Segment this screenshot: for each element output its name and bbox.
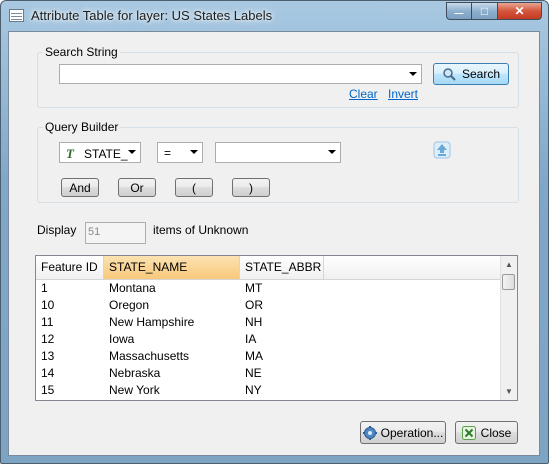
chevron-down-icon (190, 150, 198, 154)
and-button-label: And (69, 180, 91, 195)
minimize-icon: — (454, 8, 464, 18)
cell-state-abbr: IA (245, 332, 257, 346)
cell-state-name: Massachusetts (109, 349, 190, 363)
display-label: Display (37, 223, 77, 237)
column-header-state-abbr[interactable]: STATE_ABBR (240, 256, 324, 279)
cell-feature-id: 12 (41, 332, 55, 346)
search-button[interactable]: Search (433, 63, 509, 85)
chevron-down-icon (409, 72, 417, 76)
field-type-icon: T (66, 146, 75, 160)
cell-state-name: Oregon (109, 298, 150, 312)
invert-link[interactable]: Invert (388, 87, 418, 101)
maximize-button[interactable]: □ (472, 2, 498, 20)
scroll-down-icon[interactable]: ▼ (501, 383, 517, 400)
cell-feature-id: 10 (41, 298, 55, 312)
column-header-feature-id[interactable]: Feature ID (36, 256, 104, 279)
table-icon (9, 9, 24, 22)
open-paren-button[interactable]: ( (175, 178, 213, 197)
value-combo[interactable] (215, 142, 341, 163)
scroll-thumb[interactable] (502, 274, 515, 290)
cell-feature-id: 15 (41, 383, 55, 397)
query-group-label: Query Builder (43, 120, 121, 134)
close-paren-label: ) (249, 180, 253, 195)
operation-button-label: Operation... (380, 425, 444, 440)
table-row[interactable]: 14 Nebraska NE (36, 365, 502, 382)
cell-state-name: Iowa (109, 332, 135, 346)
cell-state-abbr: NE (245, 366, 262, 380)
close-paren-button[interactable]: ) (232, 178, 270, 197)
cell-state-abbr: NH (245, 315, 263, 329)
table-row[interactable]: 15 New York NY (36, 382, 502, 399)
or-button[interactable]: Or (118, 178, 156, 197)
svg-text:T: T (66, 146, 75, 160)
grid-header: Feature ID STATE_NAME STATE_ABBR (36, 256, 502, 280)
query-builder-group: Query Builder (37, 120, 519, 203)
cell-feature-id: 14 (41, 366, 55, 380)
clear-link[interactable]: Clear (349, 87, 378, 101)
operator-combo[interactable]: = (157, 142, 203, 163)
table-row[interactable]: 12 Iowa IA (36, 331, 502, 348)
chevron-down-icon (328, 150, 336, 154)
magnifier-icon (443, 68, 456, 81)
table-row[interactable]: 10 Oregon OR (36, 297, 502, 314)
search-string-combo[interactable] (59, 64, 422, 84)
minimize-button[interactable]: — (446, 2, 472, 20)
close-button[interactable]: Close (455, 421, 518, 444)
cell-feature-id: 1 (41, 281, 48, 295)
field-combo-value: STATE_ (84, 147, 128, 161)
title-bar[interactable]: Attribute Table for layer: US States Lab… (1, 1, 548, 31)
cell-feature-id: 13 (41, 349, 55, 363)
and-button[interactable]: And (61, 178, 99, 197)
close-x-icon (461, 425, 476, 440)
apply-query-button[interactable] (433, 141, 451, 159)
table-row[interactable]: 13 Massachusetts MA (36, 348, 502, 365)
cell-state-name: New Hampshire (109, 315, 195, 329)
open-paren-label: ( (192, 180, 196, 195)
close-button-label: Close (480, 425, 512, 440)
chevron-down-icon (128, 150, 136, 154)
or-button-label: Or (130, 180, 144, 195)
cell-feature-id: 11 (41, 315, 54, 329)
table-row[interactable]: 11 New Hampshire NH (36, 314, 502, 331)
attribute-table-window: Attribute Table for layer: US States Lab… (0, 0, 549, 464)
cell-state-abbr: NY (245, 383, 262, 397)
vertical-scrollbar[interactable]: ▲ ▼ (500, 256, 517, 400)
gear-icon (362, 425, 377, 440)
table-row[interactable]: 1 Montana MT (36, 280, 502, 297)
operator-combo-value: = (164, 146, 172, 160)
field-combo[interactable]: T STATE_ (59, 142, 141, 163)
upload-arrow-icon (433, 141, 451, 159)
dialog-client-area: Search String Search Clear Invert Query … (8, 31, 540, 456)
search-button-label: Search (461, 67, 501, 81)
display-suffix: items of Unknown (153, 223, 249, 237)
search-group-label: Search String (43, 45, 120, 59)
operation-button[interactable]: Operation... (360, 421, 446, 444)
cell-state-abbr: MT (245, 281, 263, 295)
attribute-table-grid[interactable]: Feature ID STATE_NAME STATE_ABBR 1 Montan… (35, 255, 518, 401)
cell-state-abbr: MA (245, 349, 263, 363)
cell-state-name: Nebraska (109, 366, 161, 380)
scroll-up-icon[interactable]: ▲ (501, 256, 517, 273)
maximize-icon: □ (480, 4, 489, 18)
display-count-value: 51 (88, 226, 101, 238)
close-icon: ✕ (514, 4, 525, 18)
column-header-state-name[interactable]: STATE_NAME (104, 256, 240, 279)
display-count-field: 51 (85, 222, 146, 244)
window-close-button[interactable]: ✕ (498, 2, 542, 20)
cell-state-name: Montana (109, 281, 156, 295)
cell-state-name: New York (109, 383, 160, 397)
window-title: Attribute Table for layer: US States Lab… (31, 8, 273, 23)
window-controls: — □ ✕ (446, 2, 542, 20)
cell-state-abbr: OR (245, 298, 263, 312)
